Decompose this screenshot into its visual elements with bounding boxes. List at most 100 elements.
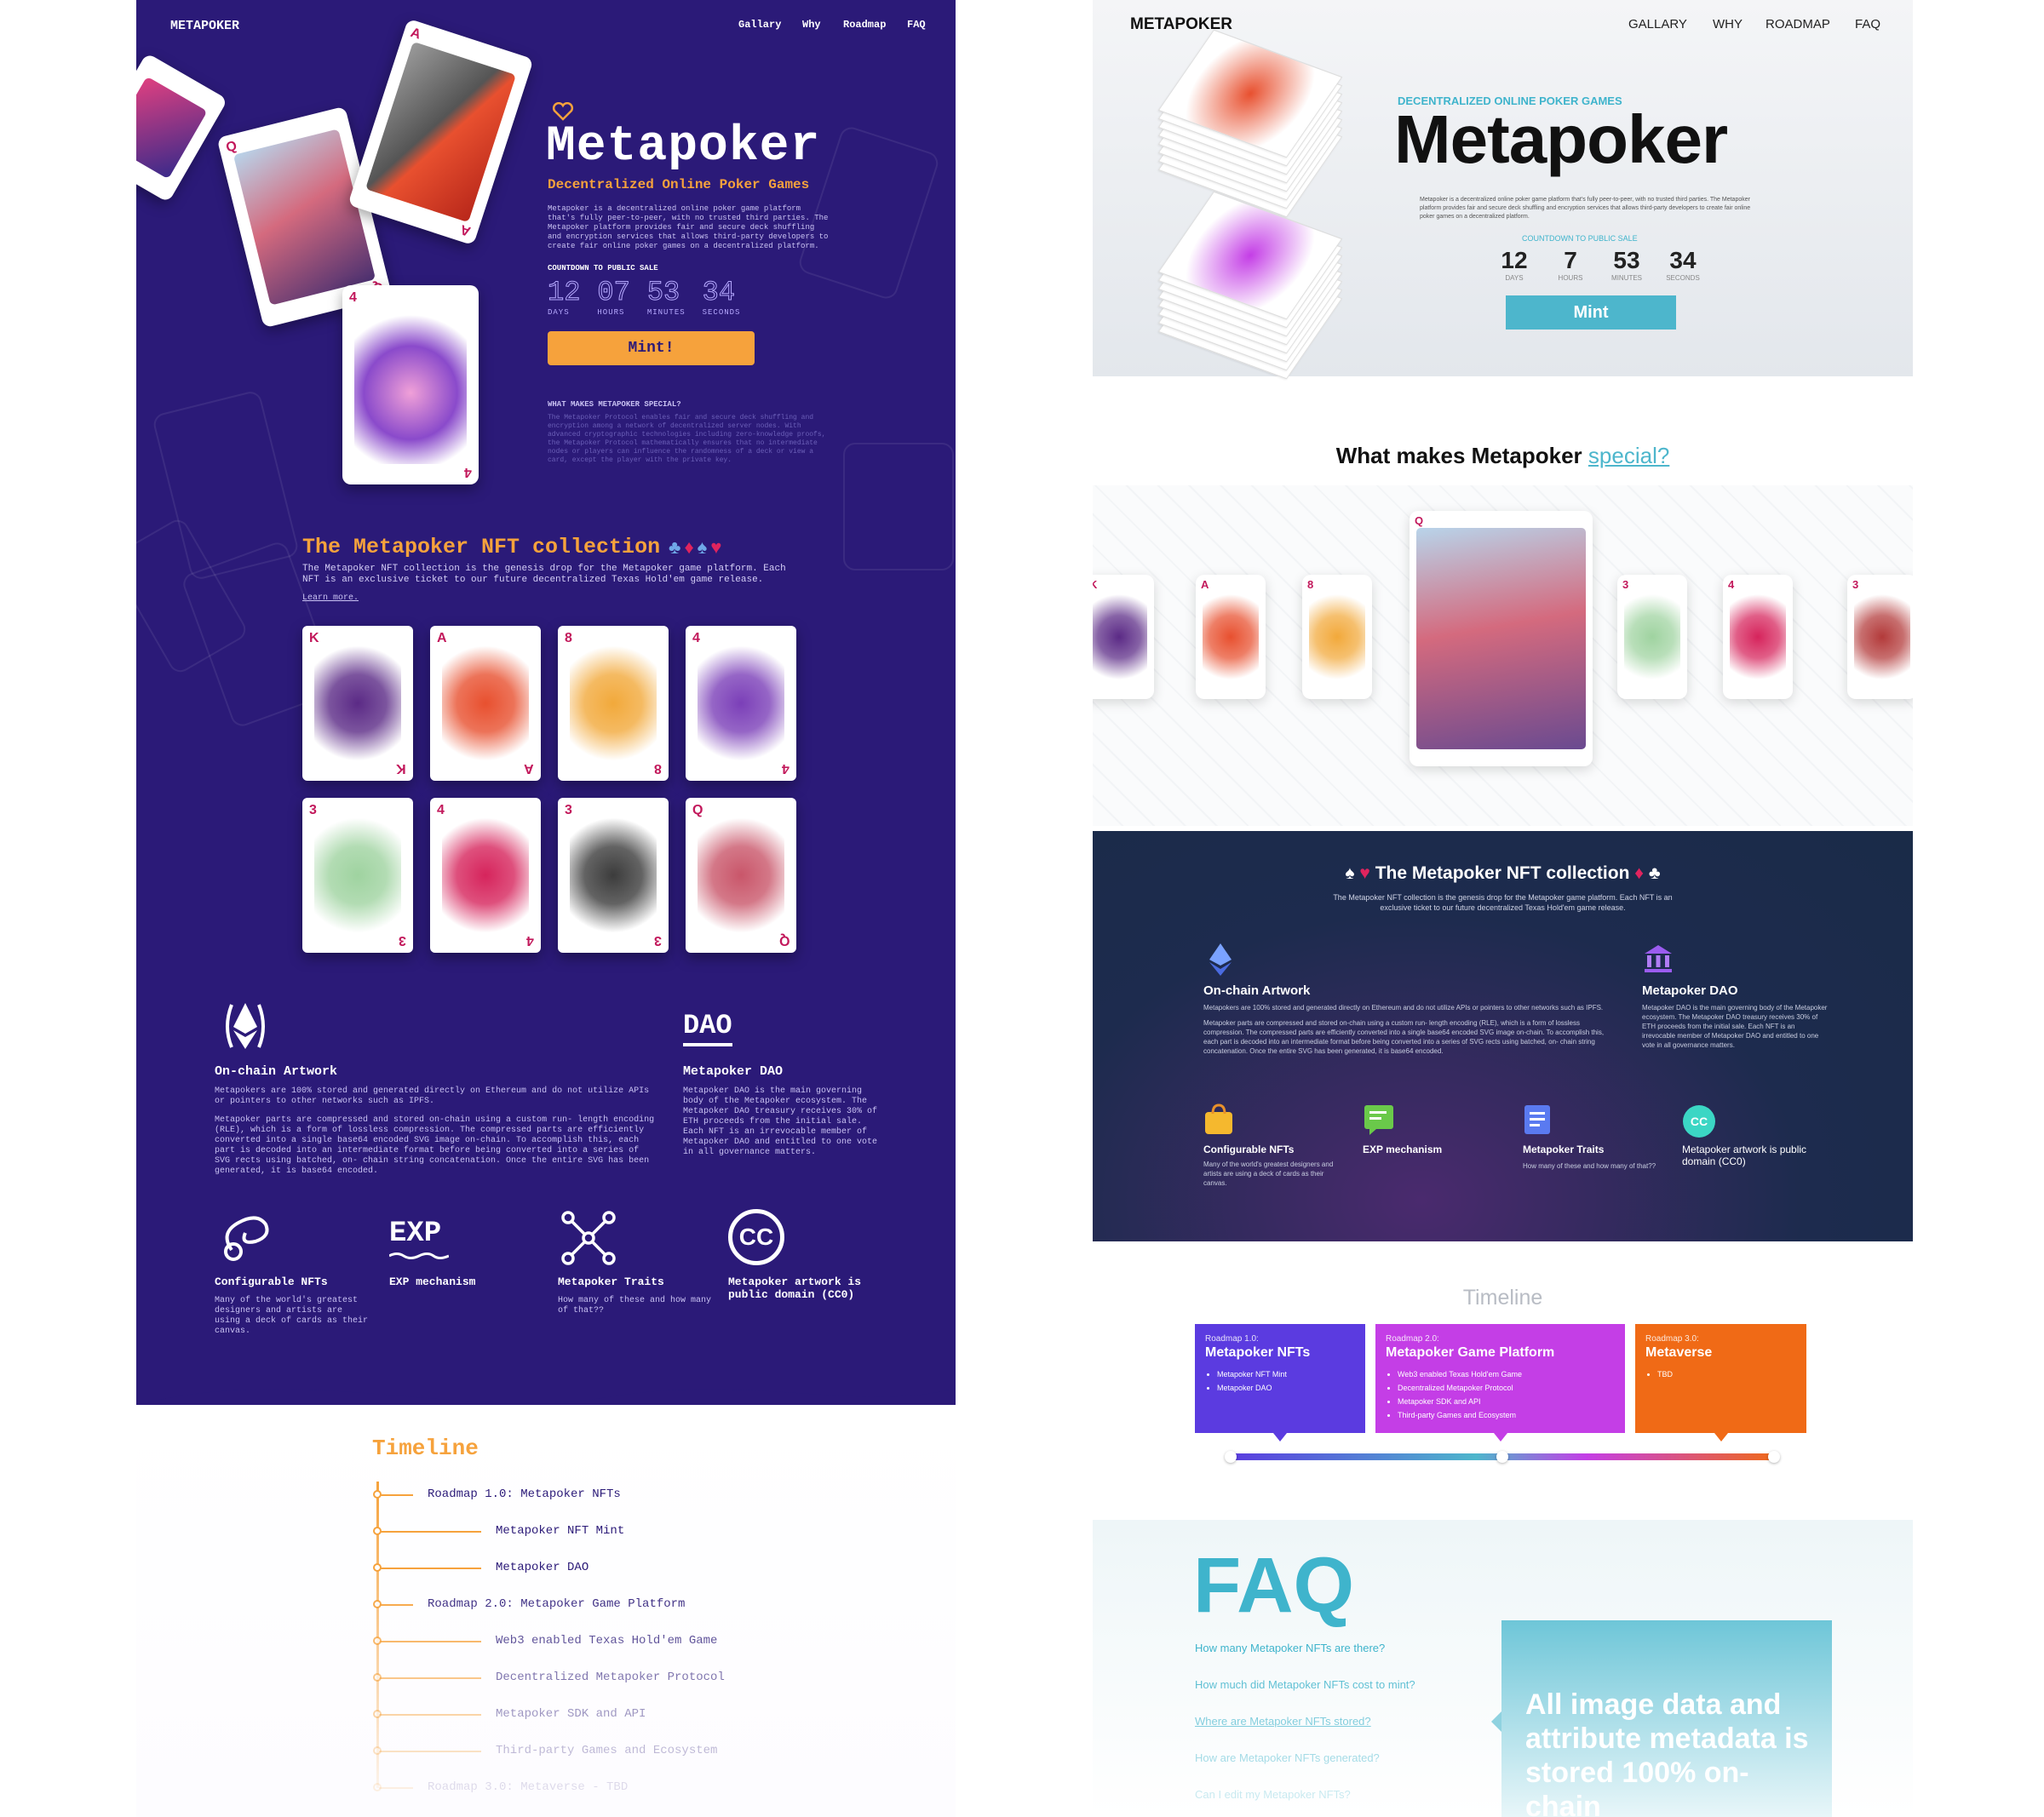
nav-faq[interactable]: FAQ (907, 19, 926, 31)
roadmap-box[interactable]: Roadmap 1.0: Metapoker NFTs Metapoker NF… (1195, 1324, 1365, 1433)
timeline-marker[interactable] (1496, 1451, 1508, 1463)
timeline-dot (373, 1783, 382, 1791)
heart-icon: ♥ (710, 536, 726, 558)
suit-icons: ♣♦♠♥ (669, 536, 725, 559)
roadmap-item: Metapoker DAO (1217, 1381, 1355, 1395)
carousel-card[interactable]: 4 (1723, 575, 1793, 699)
timeline-title: Timeline (372, 1436, 479, 1461)
traits-icon (561, 1211, 616, 1265)
faq-question[interactable]: How much did Metapoker NFTs cost to mint… (1195, 1678, 1415, 1691)
heart-icon: ♥ (1359, 863, 1370, 883)
timeline-marker[interactable] (1225, 1451, 1237, 1463)
special-heading: What makes Metapoker special? (1335, 443, 1670, 468)
brand-logo[interactable]: METAPOKER (170, 19, 239, 33)
club-icon: ♣ (669, 536, 685, 558)
timeline-item: Roadmap 2.0: Metapoker Game Platform (428, 1597, 686, 1611)
nft-card[interactable]: 4 4 (430, 798, 541, 953)
nft-card[interactable]: 4 4 (686, 626, 796, 781)
carousel-featured-card[interactable]: Q (1410, 511, 1593, 766)
feature-desc-dao: Metapoker DAO is the main governing body… (683, 1086, 878, 1157)
roadmap-item: Decentralized Metapoker Protocol (1398, 1381, 1615, 1395)
card-rank-bottom: K (396, 761, 406, 776)
nav-why[interactable]: Why (802, 19, 821, 31)
nft-card[interactable]: A A (430, 626, 541, 781)
card-artwork (698, 646, 784, 760)
carousel-card[interactable]: A (1196, 575, 1266, 699)
countdown-hours: 07 HOURS (597, 277, 630, 318)
faq-answer-text: All image data and attribute metadata is… (1525, 1688, 1809, 1817)
roadmap-box[interactable]: Roadmap 3.0: Metaverse TBD (1635, 1324, 1806, 1433)
timeline-item: Third-party Games and Ecosystem (496, 1744, 718, 1757)
nft-card[interactable]: K K (302, 626, 413, 781)
nft-card[interactable]: 3 3 (302, 798, 413, 953)
countdown-label: COUNTDOWN TO PUBLIC SALE (1522, 234, 1638, 243)
card-rank: 3 (309, 803, 317, 817)
exp-icon: EXP (389, 1218, 442, 1250)
nav-roadmap[interactable]: Roadmap (843, 19, 886, 31)
dao-icon: DAO (683, 1010, 732, 1046)
card-rank: 8 (1307, 578, 1314, 591)
nav-gallary[interactable]: Gallary (738, 19, 781, 31)
nft-card[interactable]: 3 3 (558, 798, 669, 953)
roadmap-box-pointer (1493, 1433, 1507, 1442)
feature-title-traits: Metapoker Traits (1523, 1144, 1605, 1155)
card-artwork (314, 646, 401, 760)
nav-gallary[interactable]: GALLARY (1628, 17, 1687, 32)
mint-button[interactable]: Mint (1506, 295, 1676, 330)
card-rank: Q (1415, 514, 1424, 527)
roadmap-box[interactable]: Roadmap 2.0: Metapoker Game Platform Web… (1375, 1324, 1625, 1433)
feature-desc-onchain-detail: Metapoker parts are compressed and store… (215, 1115, 655, 1176)
feature-desc-onchain-detail: Metapoker parts are compressed and store… (1203, 1019, 1605, 1055)
hero-description: Metapoker is a decentralized online poke… (1420, 197, 1751, 220)
feature-desc-traits: How many of these and how many of that?? (558, 1296, 712, 1315)
timeline-connector (379, 1494, 413, 1496)
timeline-title: Timeline (1462, 1286, 1543, 1310)
nav-why[interactable]: WHY (1713, 17, 1743, 32)
faq-question[interactable]: How many Metapoker NFTs are there? (1195, 1642, 1385, 1654)
card-artwork (442, 646, 529, 760)
faq-question[interactable]: Can I edit my Metapoker NFTs? (1195, 1788, 1351, 1801)
card-rank: Q (692, 803, 703, 817)
collection-title: The Metapoker NFT collection (302, 535, 661, 559)
carousel-card[interactable]: 8 (1302, 575, 1372, 699)
special-link[interactable]: special? (1588, 443, 1669, 468)
card-rank-bottom: 4 (526, 933, 534, 948)
cc-icon: CC (1683, 1105, 1715, 1138)
countdown-label: COUNTDOWN TO PUBLIC SALE (548, 264, 658, 272)
card-artwork (1203, 592, 1259, 682)
carousel-card[interactable]: 3 (1847, 575, 1913, 699)
nft-card[interactable]: 8 8 (558, 626, 669, 781)
timeline-item: Metapoker SDK and API (496, 1707, 646, 1721)
timeline-connector (379, 1568, 481, 1569)
carousel-card[interactable]: 3 (1617, 575, 1687, 699)
diamond-icon: ♦ (684, 536, 698, 558)
faq-question[interactable]: How are Metapoker NFTs generated? (1195, 1751, 1380, 1764)
nav-faq[interactable]: FAQ (1855, 17, 1880, 32)
timeline-dot (373, 1527, 382, 1535)
timeline-item: Decentralized Metapoker Protocol (496, 1671, 725, 1684)
special-text: The Metapoker Protocol enables fair and … (548, 414, 826, 464)
ghost-card (843, 443, 954, 570)
card-artwork (1730, 592, 1786, 682)
cc-icon: CC (728, 1209, 784, 1265)
card-rank: K (309, 631, 319, 645)
carousel-card[interactable]: K (1093, 575, 1154, 699)
spade-icon: ♠ (1345, 863, 1355, 883)
faq-question[interactable]: Where are Metapoker NFTs stored? (1195, 1715, 1371, 1728)
timeline-item: Roadmap 1.0: Metapoker NFTs (428, 1487, 621, 1501)
countdown-days: 12 DAYS (1501, 247, 1528, 282)
special-heading: WHAT MAKES METAPOKER SPECIAL? (548, 400, 681, 409)
feature-title-onchain: On-chain Artwork (1203, 983, 1311, 998)
feature-title-configurable: Configurable NFTs (1203, 1144, 1295, 1155)
mint-button[interactable]: Mint! (548, 331, 755, 365)
timeline-item: Web3 enabled Texas Hold'em Game (496, 1634, 718, 1648)
timeline-marker[interactable] (1768, 1451, 1780, 1463)
timeline-dot (373, 1746, 382, 1755)
faq-answer-pointer (1491, 1711, 1501, 1732)
nav-roadmap[interactable]: ROADMAP (1766, 17, 1830, 32)
learn-more-link[interactable]: Learn more. (302, 593, 359, 603)
countdown-minutes: 53 MINUTES (1611, 247, 1642, 282)
ethereum-icon (1209, 943, 1232, 976)
card-rank-bottom: 3 (399, 933, 406, 948)
nft-card[interactable]: Q Q (686, 798, 796, 953)
